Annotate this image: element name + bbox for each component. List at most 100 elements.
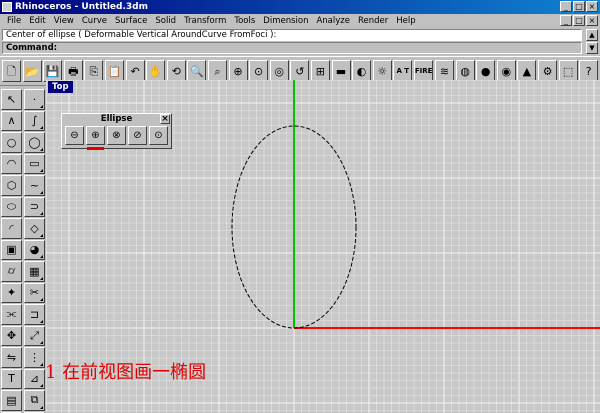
rhino-app-icon[interactable] (2, 2, 12, 12)
light-button[interactable]: ▲ (517, 60, 537, 82)
select-button[interactable]: ↖ (1, 89, 22, 110)
freeform-button[interactable]: ~ (24, 175, 45, 196)
menu-view[interactable]: View (50, 16, 78, 26)
ellipse-around-curve-button[interactable]: ⊘ (128, 126, 147, 145)
help-button[interactable]: ? (579, 60, 599, 82)
copy-button[interactable]: ⎘ (84, 60, 104, 82)
array-button[interactable]: ⋮ (24, 347, 45, 368)
sphere-button[interactable]: ● (476, 60, 496, 82)
ellipse-toolbar-title[interactable]: Ellipse × (62, 114, 171, 125)
zoom-button[interactable]: 🔍 (187, 60, 207, 82)
text-lbl-button[interactable]: A T (393, 60, 413, 82)
ellipse-diameter-button[interactable]: ⊕ (86, 126, 105, 150)
menu-surface[interactable]: Surface (111, 16, 151, 26)
ellipse-foci-button[interactable]: ⊗ (107, 126, 126, 145)
zoom-target-button[interactable]: ◎ (269, 60, 289, 82)
cylinder-button[interactable]: ⌭ (1, 261, 22, 282)
join-button[interactable]: ⊐ (24, 304, 45, 325)
offset-button[interactable]: ⊃ (24, 196, 45, 217)
trim-button[interactable]: ✂ (24, 282, 45, 303)
ellipse-button[interactable]: ◯ (24, 132, 45, 153)
zoom-window-button[interactable]: ⌕ (207, 60, 227, 82)
viewport-title[interactable]: Top (48, 81, 73, 93)
menu-curve[interactable]: Curve (78, 16, 111, 26)
doc-close-button[interactable]: × (586, 15, 598, 26)
rectangle-button[interactable]: ▭ (24, 153, 45, 174)
four-views-button[interactable]: ⊞ (310, 60, 330, 82)
rotate-view-button[interactable]: ⟲ (166, 60, 186, 82)
open-icon: 📂 (25, 64, 39, 78)
scale-button[interactable]: ⤢ (24, 325, 45, 346)
split-button[interactable]: ⫘ (1, 304, 22, 325)
osnap-button[interactable]: FIRE (413, 60, 434, 82)
shade-button[interactable]: ◐ (352, 60, 372, 82)
title-bar[interactable]: Rhinoceros - Untitled.3dm _ □ × (0, 0, 600, 14)
menu-analyze[interactable]: Analyze (312, 16, 354, 26)
hatch-button[interactable]: ▤ (1, 390, 22, 411)
menu-transform[interactable]: Transform (180, 16, 230, 26)
ellipse-vertical-button[interactable]: ⊙ (149, 126, 168, 145)
mirror-button[interactable]: ⇋ (1, 347, 22, 368)
material-icon: ◉ (501, 64, 512, 78)
doc-maximize-button[interactable]: □ (573, 15, 585, 26)
properties-button[interactable]: ⬚ (558, 60, 578, 82)
text-object-button[interactable]: ⬭ (1, 196, 22, 217)
zoom-extents-button[interactable]: ⊕ (228, 60, 248, 82)
sphere-solid-button[interactable]: ◕ (24, 239, 45, 260)
print-button[interactable]: 🖶 (63, 60, 83, 82)
scale-icon: ⤢ (30, 328, 39, 342)
menu-solid[interactable]: Solid (151, 16, 180, 26)
history-scroll-down-icon[interactable]: ▼ (586, 42, 598, 54)
menu-edit[interactable]: Edit (25, 16, 49, 26)
fillet-button[interactable]: ◜ (1, 218, 22, 239)
minimize-button[interactable]: _ (560, 1, 572, 12)
copy-icon: ⎘ (89, 64, 99, 78)
menu-render[interactable]: Render (354, 16, 392, 26)
undo-view-icon: ↺ (295, 64, 305, 78)
zoom-selected-button[interactable]: ⊙ (249, 60, 269, 82)
mesh-button[interactable]: ▦ (24, 261, 45, 282)
undo-icon: ↶ (130, 64, 140, 78)
polygon-button[interactable]: ⬡ (1, 175, 22, 196)
menu-dimension[interactable]: Dimension (259, 16, 312, 26)
maximize-button[interactable]: □ (573, 1, 585, 12)
pan-button[interactable]: ✋ (146, 60, 166, 82)
render-button[interactable]: ☼ (372, 60, 392, 82)
undo-button[interactable]: ↶ (125, 60, 145, 82)
save-button[interactable]: 💾 (43, 60, 63, 82)
history-scroll-up-icon[interactable]: ▲ (586, 29, 598, 41)
mesh-icon: ▦ (29, 264, 40, 278)
menu-tools[interactable]: Tools (230, 16, 259, 26)
undo-view-button[interactable]: ↺ (290, 60, 310, 82)
box-button[interactable]: ▣ (1, 239, 22, 260)
ellipse-toolbar[interactable]: Ellipse × ⊖ ⊕ ⊗ ⊘ ⊙ (61, 113, 172, 150)
layer-button[interactable]: ≋ (435, 60, 455, 82)
text-button[interactable]: T (1, 368, 22, 389)
ellipse-center-button[interactable]: ⊖ (65, 126, 84, 145)
color-wheel-button[interactable]: ◍ (455, 60, 475, 82)
new-button[interactable]: 🗋 (2, 60, 21, 82)
polyline-button[interactable]: ∧ (1, 110, 22, 131)
menu-file[interactable]: File (3, 16, 25, 26)
arc-button[interactable]: ◠ (1, 153, 22, 174)
command-prompt[interactable]: Command: (2, 42, 582, 54)
ellipse-toolbar-close-button[interactable]: × (160, 114, 170, 124)
surface-button[interactable]: ◇ (24, 218, 45, 239)
layout-button[interactable]: ⧉ (24, 390, 45, 411)
main-toolbar-left: ↖·∧∫○◯◠▭⬡~⬭⊃◜◇▣◕⌭▦✦✂⫘⊐✥⤢⇋⋮T⊿▤⧉▣⌗ (0, 88, 46, 413)
move-button[interactable]: ✥ (1, 325, 22, 346)
sphere-icon: ● (480, 64, 491, 78)
circle-button[interactable]: ○ (1, 132, 22, 153)
material-button[interactable]: ◉ (496, 60, 516, 82)
point-button[interactable]: · (24, 89, 45, 110)
curve-button[interactable]: ∫ (24, 110, 45, 131)
explode-button[interactable]: ✦ (1, 282, 22, 303)
dimension-button[interactable]: ⊿ (24, 368, 45, 389)
close-button[interactable]: × (586, 1, 598, 12)
options-button[interactable]: ⚙ (538, 60, 557, 82)
cplane-button[interactable]: ▬ (331, 60, 351, 82)
menu-help[interactable]: Help (392, 16, 419, 26)
paste-button[interactable]: 📋 (104, 60, 124, 82)
doc-minimize-button[interactable]: _ (560, 15, 572, 26)
open-button[interactable]: 📂 (22, 60, 42, 82)
